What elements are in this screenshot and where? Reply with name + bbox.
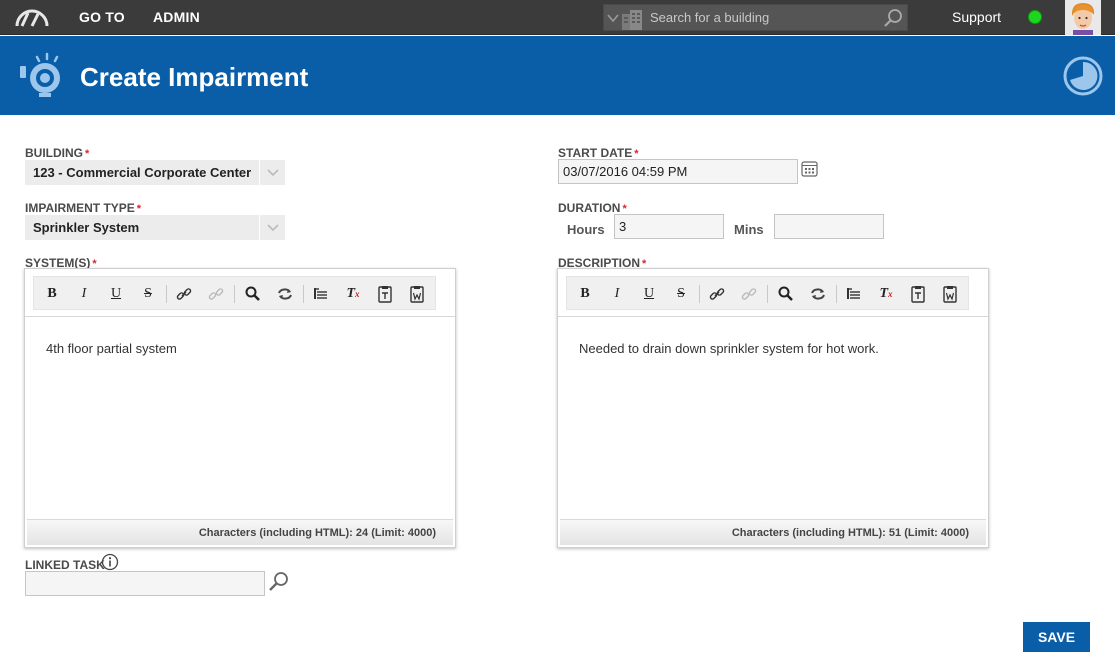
- find-icon[interactable]: [243, 284, 263, 304]
- toolbar-divider: [303, 285, 304, 303]
- toolbar-separator: [25, 316, 455, 317]
- paste-word-icon[interactable]: [407, 284, 427, 304]
- description-editor-content[interactable]: Needed to drain down sprinkler system fo…: [579, 341, 879, 356]
- unlink-icon[interactable]: [206, 284, 226, 304]
- paste-word-icon[interactable]: [940, 284, 960, 304]
- chevron-down-icon: [267, 224, 279, 232]
- duration-label: DURATION *: [558, 201, 627, 215]
- remove-format-button[interactable]: Tx: [876, 284, 896, 304]
- chevron-down-icon: [267, 169, 279, 177]
- underline-button[interactable]: U: [639, 284, 659, 304]
- mins-input[interactable]: [774, 214, 884, 239]
- unlink-icon[interactable]: [739, 284, 759, 304]
- impairment-type-value: Sprinkler System: [33, 220, 140, 235]
- user-avatar[interactable]: [1065, 0, 1101, 35]
- speedometer-logo-icon[interactable]: [14, 5, 50, 29]
- toolbar-divider: [767, 285, 768, 303]
- search-input[interactable]: [650, 5, 874, 30]
- search-icon[interactable]: [267, 570, 291, 592]
- toolbar-divider: [234, 285, 235, 303]
- underline-button[interactable]: U: [106, 284, 126, 304]
- mins-label: Mins: [734, 222, 764, 237]
- find-icon[interactable]: [776, 284, 796, 304]
- editor-toolbar: B I U S Tx: [566, 276, 969, 310]
- editor-footer: Characters (including HTML): 51 (Limit: …: [560, 519, 986, 545]
- description-char-count: Characters (including HTML): 51 (Limit: …: [731, 527, 969, 539]
- start-date-label: START DATE *: [558, 146, 639, 160]
- building-select[interactable]: 123 - Commercial Corporate Center: [25, 160, 285, 185]
- bold-button[interactable]: B: [42, 284, 62, 304]
- online-status-indicator: [1028, 10, 1042, 24]
- impairment-type-dropdown-arrow[interactable]: [259, 215, 285, 240]
- page-header: Create Impairment: [0, 36, 1115, 115]
- editor-footer: Characters (including HTML): 24 (Limit: …: [27, 519, 453, 545]
- italic-button[interactable]: I: [74, 284, 94, 304]
- building-dropdown-arrow[interactable]: [259, 160, 285, 185]
- linked-task-input[interactable]: [25, 571, 265, 596]
- toolbar-divider: [699, 285, 700, 303]
- admin-menu[interactable]: ADMIN: [153, 9, 200, 25]
- history-clock-icon[interactable]: [1063, 56, 1103, 96]
- select-all-icon[interactable]: [311, 284, 331, 304]
- remove-format-label: T: [879, 286, 889, 301]
- systems-char-count: Characters (including HTML): 24 (Limit: …: [198, 527, 436, 539]
- hours-input[interactable]: [614, 214, 724, 239]
- building-search: [603, 4, 908, 31]
- strikethrough-button[interactable]: S: [138, 284, 158, 304]
- linked-task-label: LINKED TASK: [25, 558, 105, 572]
- remove-format-x: x: [888, 289, 893, 299]
- systems-editor-content[interactable]: 4th floor partial system: [46, 341, 177, 356]
- paste-text-icon[interactable]: [375, 284, 395, 304]
- link-icon[interactable]: [707, 284, 727, 304]
- impairment-type-select[interactable]: Sprinkler System: [25, 215, 285, 240]
- search-icon[interactable]: [882, 8, 904, 28]
- hours-label: Hours: [567, 222, 605, 237]
- italic-button[interactable]: I: [607, 284, 627, 304]
- link-icon[interactable]: [174, 284, 194, 304]
- replace-icon[interactable]: [808, 284, 828, 304]
- replace-icon[interactable]: [275, 284, 295, 304]
- remove-format-label: T: [346, 286, 356, 301]
- start-date-input[interactable]: [558, 159, 798, 184]
- remove-format-button[interactable]: Tx: [343, 284, 363, 304]
- toolbar-divider: [836, 285, 837, 303]
- chevron-down-icon[interactable]: [607, 12, 619, 24]
- impairment-type-label: IMPAIRMENT TYPE *: [25, 201, 142, 215]
- alarm-bell-icon: [20, 52, 60, 97]
- building-value: 123 - Commercial Corporate Center: [33, 165, 252, 180]
- bold-button[interactable]: B: [575, 284, 595, 304]
- page-title: Create Impairment: [80, 62, 309, 92]
- support-link[interactable]: Support: [952, 9, 1001, 25]
- remove-format-x: x: [355, 289, 360, 299]
- editor-toolbar: B I U S Tx: [33, 276, 436, 310]
- strikethrough-button[interactable]: S: [671, 284, 691, 304]
- select-all-icon[interactable]: [844, 284, 864, 304]
- top-nav: GO TO ADMIN Support: [0, 0, 1115, 35]
- description-editor: B I U S Tx Needed to drain down sprinkle…: [557, 268, 989, 548]
- toolbar-separator: [558, 316, 988, 317]
- info-icon[interactable]: [101, 553, 119, 571]
- systems-editor: B I U S Tx 4th floor partial system Char…: [24, 268, 456, 548]
- toolbar-divider: [166, 285, 167, 303]
- save-button[interactable]: SAVE: [1023, 622, 1090, 652]
- calendar-icon[interactable]: [801, 160, 818, 177]
- paste-text-icon[interactable]: [908, 284, 928, 304]
- goto-menu[interactable]: GO TO: [79, 9, 125, 25]
- building-label: BUILDING *: [25, 146, 90, 160]
- building-icon: [622, 10, 642, 30]
